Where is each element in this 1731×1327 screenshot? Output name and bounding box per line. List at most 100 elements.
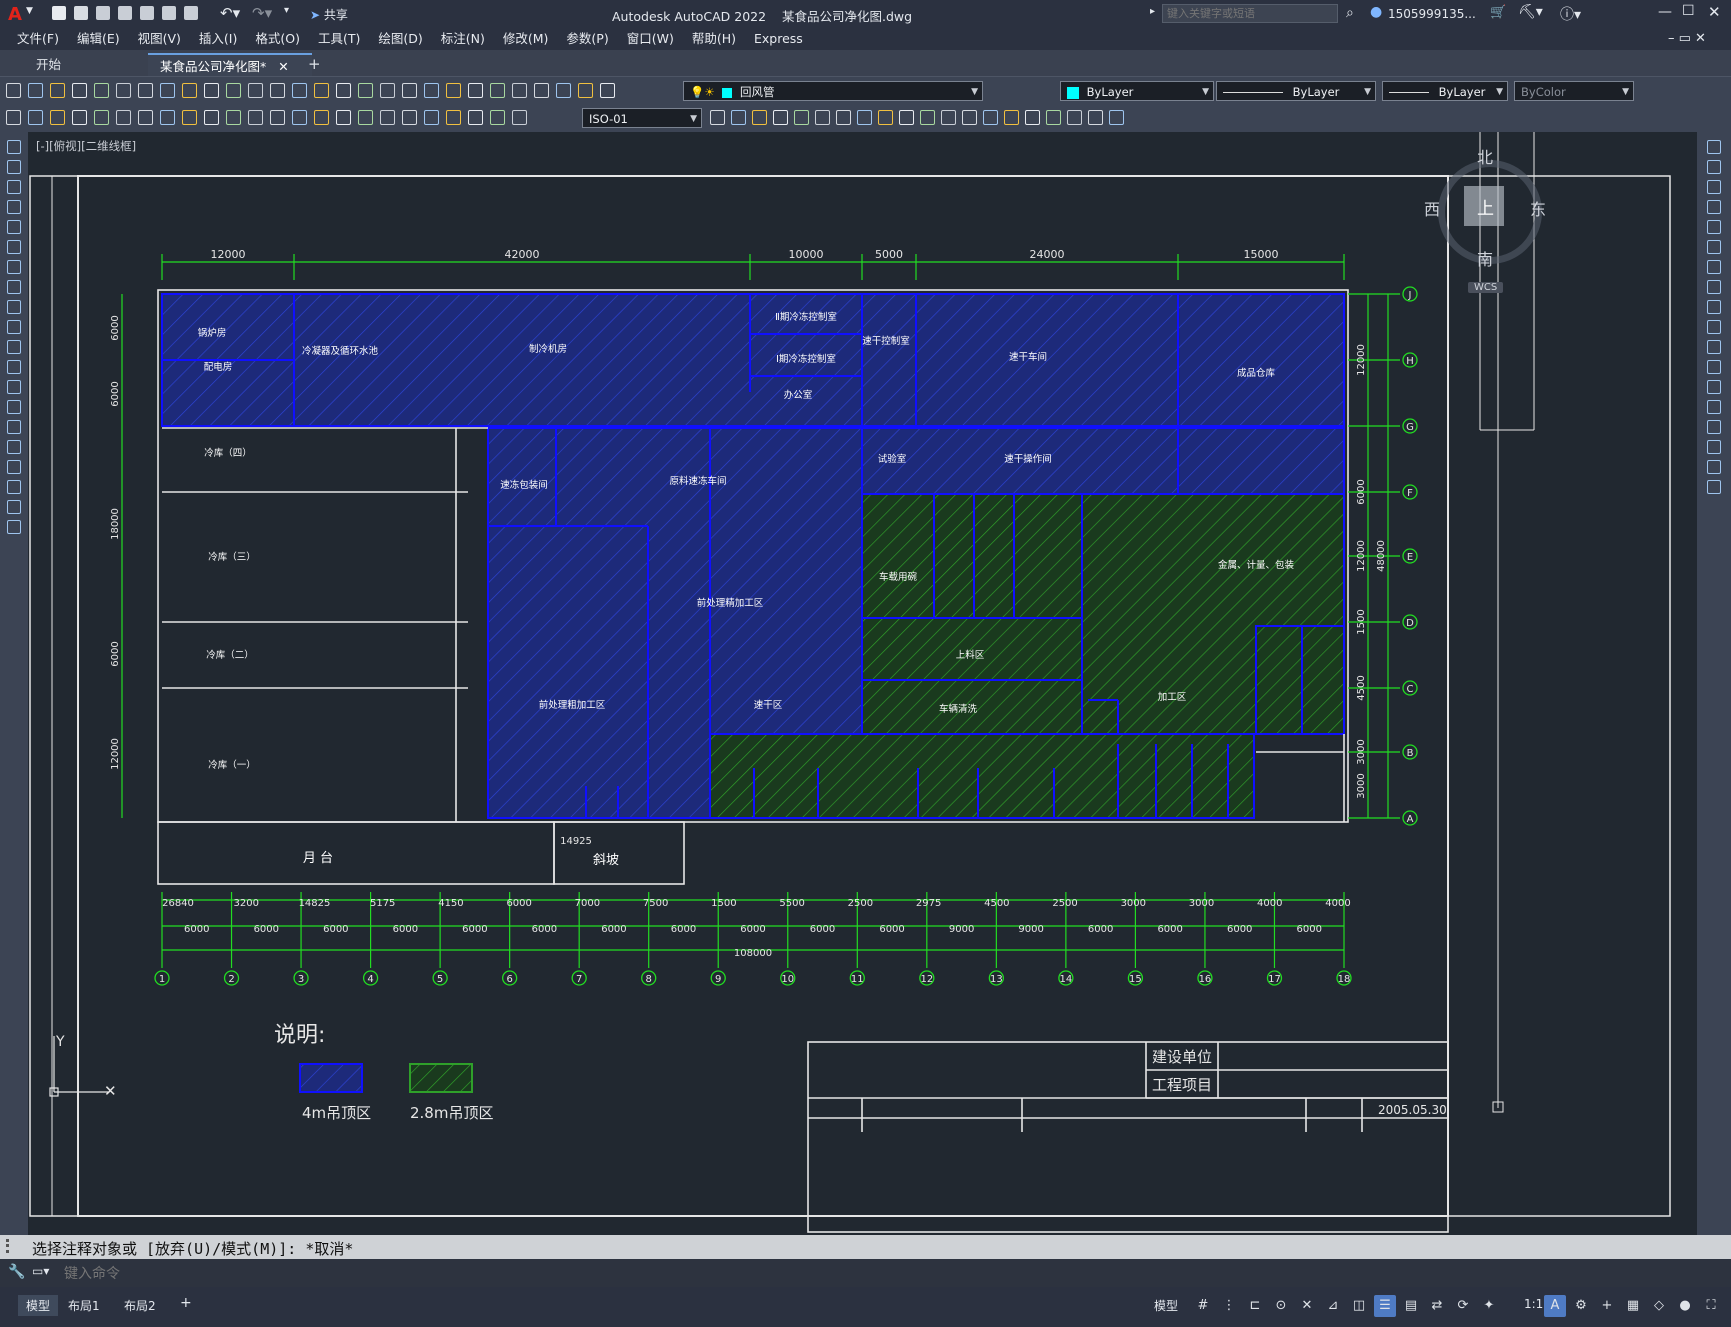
search-icon[interactable]: ⌕ (1346, 5, 1354, 21)
tool-icon-tb1icons-20[interactable] (446, 83, 461, 98)
tool-icon-tb2icons-4[interactable] (94, 110, 109, 125)
redo-icon[interactable]: ↷▾ (252, 4, 272, 22)
tool-icon-tb1icons-11[interactable] (248, 83, 263, 98)
tool-icon-tb2icons-3[interactable] (72, 110, 87, 125)
osnap-icon[interactable]: ⊿ (1322, 1295, 1344, 1317)
ortho-icon[interactable]: ⊏ (1244, 1295, 1266, 1317)
tool-icon-tb2icons-19[interactable] (424, 110, 439, 125)
modify-tool-icon-1[interactable] (1707, 160, 1721, 174)
command-input[interactable] (62, 1262, 1726, 1286)
tool-icon-tb1icons-5[interactable] (116, 83, 131, 98)
modify-tool-icon-14[interactable] (1707, 420, 1721, 434)
modify-tool-icon-5[interactable] (1707, 240, 1721, 254)
menu-item-0[interactable]: 文件(F) (8, 28, 68, 50)
web-save-icon[interactable] (162, 6, 176, 20)
draw-tool-icon-15[interactable] (7, 440, 21, 454)
tool-icon-tb1icons-24[interactable] (534, 83, 549, 98)
draw-tool-icon-17[interactable] (7, 480, 21, 494)
search-expand-icon[interactable]: ▸ (1150, 6, 1155, 17)
otrack-icon[interactable]: ◫ (1348, 1295, 1370, 1317)
tool-icon-tb2icons2-17[interactable] (1067, 110, 1082, 125)
command-prompt-icon[interactable]: ▭▾ (32, 1264, 49, 1278)
transparency-icon[interactable]: ▤ (1400, 1295, 1422, 1317)
annotation-visibility-icon[interactable]: ✦ (1478, 1295, 1500, 1317)
snap-icon[interactable]: ⋮ (1218, 1295, 1240, 1317)
selection-cycling-icon[interactable]: ⇄ (1426, 1295, 1448, 1317)
plotstyle-dropdown[interactable]: ByColor ▼ (1514, 81, 1634, 101)
autocad-logo-icon[interactable]: A (8, 4, 22, 25)
tool-icon-tb1icons-13[interactable] (292, 83, 307, 98)
new-file-icon[interactable] (52, 6, 66, 20)
modify-tool-icon-11[interactable] (1707, 360, 1721, 374)
modify-tool-icon-3[interactable] (1707, 200, 1721, 214)
tool-icon-tb1icons-18[interactable] (402, 83, 417, 98)
menu-item-7[interactable]: 标注(N) (432, 28, 494, 50)
draw-tool-icon-18[interactable] (7, 500, 21, 514)
modify-tool-icon-15[interactable] (1707, 440, 1721, 454)
draw-tool-icon-11[interactable] (7, 360, 21, 374)
tool-icon-tb2icons2-9[interactable] (899, 110, 914, 125)
autodesk-app-icon[interactable]: ⛏▾ (1518, 4, 1543, 20)
isodraft-icon[interactable]: ✕ (1296, 1295, 1318, 1317)
menu-item-4[interactable]: 格式(O) (246, 28, 309, 50)
modify-tool-icon-7[interactable] (1707, 280, 1721, 294)
draw-tool-icon-9[interactable] (7, 320, 21, 334)
modify-tool-icon-12[interactable] (1707, 380, 1721, 394)
tool-icon-tb2icons2-7[interactable] (857, 110, 872, 125)
menu-item-10[interactable]: 窗口(W) (618, 28, 683, 50)
tab-drawing[interactable]: 某食品公司净化图* ✕ (148, 53, 312, 78)
tool-icon-tb1icons-8[interactable] (182, 83, 197, 98)
tool-icon-tb1icons-10[interactable] (226, 83, 241, 98)
modify-tool-icon-10[interactable] (1707, 340, 1721, 354)
undo-icon[interactable]: ↶▾ (220, 4, 240, 22)
customize-qat-icon[interactable]: ▾ (284, 5, 289, 16)
tool-icon-tb1icons-27[interactable] (600, 83, 615, 98)
modify-tool-icon-4[interactable] (1707, 220, 1721, 234)
tool-icon-tb2icons2-15[interactable] (1025, 110, 1040, 125)
tool-icon-tb1icons-4[interactable] (94, 83, 109, 98)
modify-tool-icon-2[interactable] (1707, 180, 1721, 194)
draw-tool-icon-6[interactable] (7, 260, 21, 274)
tool-icon-tb2icons-21[interactable] (468, 110, 483, 125)
modify-tool-icon-8[interactable] (1707, 300, 1721, 314)
viewcube-north[interactable]: 北 (1477, 144, 1493, 168)
draw-tool-icon-13[interactable] (7, 400, 21, 414)
modify-tool-icon-17[interactable] (1707, 480, 1721, 494)
layer-dropdown[interactable]: 💡☀ 回风管 ▼ (683, 81, 983, 101)
tool-icon-tb2icons-17[interactable] (380, 110, 395, 125)
layout-tab-2[interactable]: 布局2 (124, 1297, 156, 1314)
tool-icon-tb1icons-23[interactable] (512, 83, 527, 98)
dynamic-ucs-icon[interactable]: ⟳ (1452, 1295, 1474, 1317)
tool-icon-tb2icons-8[interactable] (182, 110, 197, 125)
tool-icon-tb1icons-15[interactable] (336, 83, 351, 98)
user-account[interactable]: 1505999135... (1388, 7, 1476, 21)
viewcube-top[interactable]: 上 (1477, 194, 1494, 219)
draw-tool-icon-5[interactable] (7, 240, 21, 254)
menu-item-9[interactable]: 参数(P) (557, 28, 617, 50)
menu-item-5[interactable]: 工具(T) (309, 28, 369, 50)
tool-icon-tb2icons-13[interactable] (292, 110, 307, 125)
isolate-icon[interactable]: ● (1674, 1295, 1696, 1317)
auto-scale-icon[interactable]: A (1544, 1295, 1566, 1317)
tool-icon-tb2icons-11[interactable] (248, 110, 263, 125)
tool-icon-tb1icons-25[interactable] (556, 83, 571, 98)
tool-icon-tb2icons-6[interactable] (138, 110, 153, 125)
minimize-button[interactable]: — (1658, 4, 1672, 20)
draw-tool-icon-12[interactable] (7, 380, 21, 394)
tool-icon-tb2icons-2[interactable] (50, 110, 65, 125)
tool-icon-tb1icons-16[interactable] (358, 83, 373, 98)
tool-icon-tb2icons-15[interactable] (336, 110, 351, 125)
tool-icon-tb1icons-6[interactable] (138, 83, 153, 98)
tool-icon-tb2icons2-11[interactable] (941, 110, 956, 125)
menu-item-12[interactable]: Express (745, 28, 812, 50)
new-tab-button[interactable]: + (296, 53, 333, 76)
tool-icon-tb2icons2-5[interactable] (815, 110, 830, 125)
menu-item-2[interactable]: 视图(V) (129, 28, 190, 50)
modify-tool-icon-13[interactable] (1707, 400, 1721, 414)
save-as-icon[interactable] (118, 6, 132, 20)
workspace-gear-icon[interactable]: ⚙ (1570, 1295, 1592, 1317)
search-input[interactable] (1162, 4, 1338, 23)
tool-icon-tb2icons-7[interactable] (160, 110, 175, 125)
plot-icon[interactable] (184, 6, 198, 20)
menu-item-3[interactable]: 插入(I) (190, 28, 246, 50)
